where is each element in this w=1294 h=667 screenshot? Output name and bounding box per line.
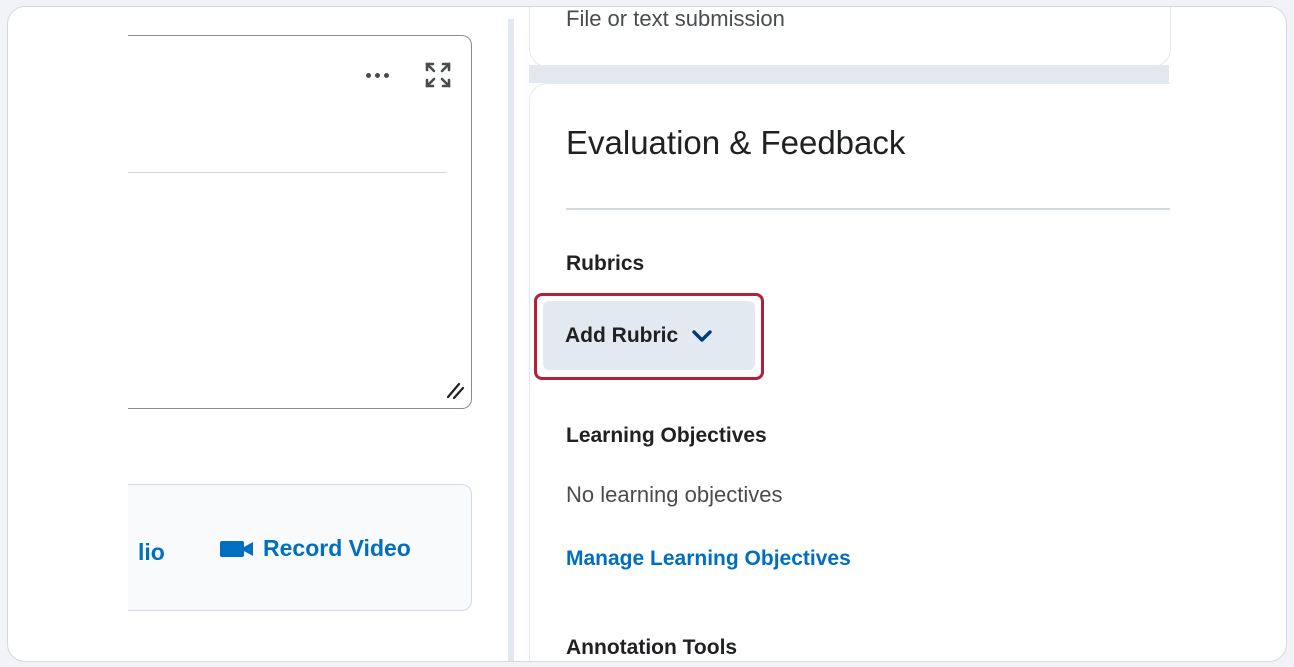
add-rubric-button[interactable]: Add Rubric: [543, 301, 755, 370]
record-audio-button[interactable]: lio: [138, 539, 165, 566]
resize-handle-icon[interactable]: [445, 380, 465, 400]
editor-toolbar: [366, 60, 453, 90]
submission-type-text: File or text submission: [566, 6, 785, 31]
editor-divider: [128, 172, 447, 173]
section-title: Evaluation & Feedback: [566, 124, 906, 161]
chevron-down-icon: [692, 329, 712, 342]
expand-icon[interactable]: [423, 60, 453, 90]
section-divider: [566, 208, 1170, 210]
manage-learning-objectives-link[interactable]: Manage Learning Objectives: [566, 547, 851, 571]
record-video-button[interactable]: Record Video: [219, 535, 411, 562]
more-options-icon[interactable]: [366, 72, 389, 78]
learning-objectives-label: Learning Objectives: [566, 424, 767, 447]
add-rubric-label: Add Rubric: [565, 323, 679, 347]
submission-type-card: File or text submission: [529, 6, 1171, 67]
recording-toolbar: lio Record Video: [128, 484, 472, 611]
column-divider: [508, 19, 514, 661]
screenshot-frame: lio Record Video File or text submission…: [7, 6, 1287, 662]
evaluation-feedback-card: Evaluation & Feedback Rubrics Add Rubric…: [529, 83, 1170, 661]
rubrics-label: Rubrics: [566, 252, 645, 275]
record-video-label: Record Video: [263, 535, 411, 561]
annotation-tools-label: Annotation Tools: [566, 636, 738, 659]
video-camera-icon: [220, 540, 253, 557]
no-objectives-text: No learning objectives: [566, 482, 783, 507]
card-gap: [529, 65, 1169, 83]
feedback-editor[interactable]: [128, 35, 472, 409]
